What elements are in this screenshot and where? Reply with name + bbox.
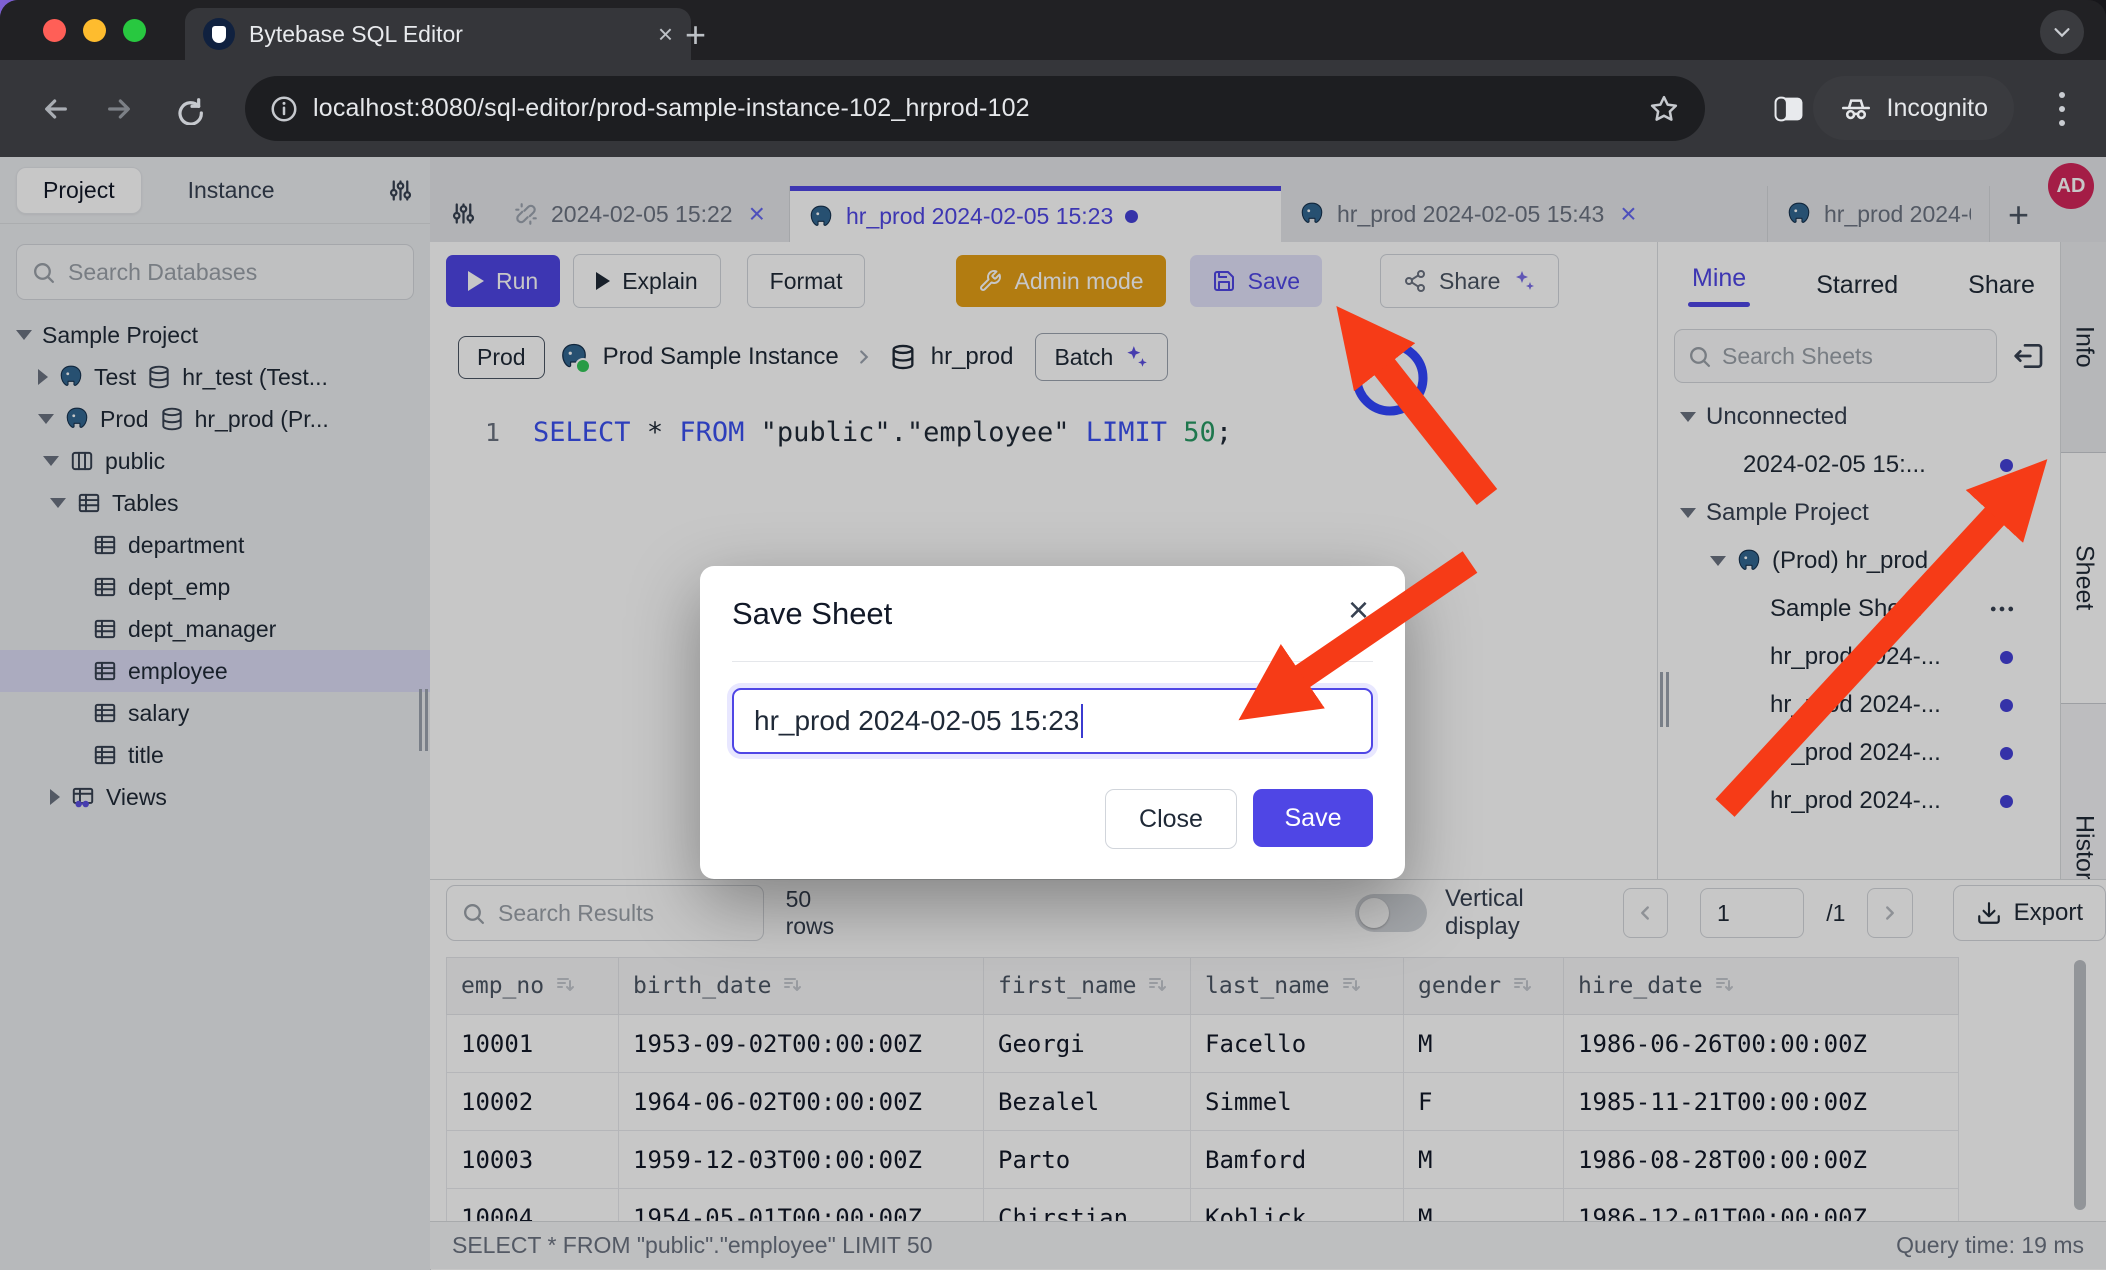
incognito-badge: Incognito	[1813, 76, 2014, 140]
side-panel-icon[interactable]	[1772, 92, 1806, 124]
tab-search-button[interactable]	[2040, 10, 2084, 54]
minimize-window-button[interactable]	[83, 19, 106, 42]
forward-button[interactable]	[103, 93, 135, 125]
save-sheet-dialog: Save Sheet × hr_prod 2024-02-05 15:23 Cl…	[700, 566, 1405, 879]
reload-button[interactable]	[172, 93, 204, 125]
close-browser-tab-icon[interactable]: ×	[658, 21, 673, 47]
new-tab-button[interactable]: +	[685, 14, 706, 56]
browser-menu-button[interactable]	[2058, 92, 2066, 126]
browser-titlebar: Bytebase SQL Editor × +	[0, 0, 2106, 60]
incognito-icon	[1839, 91, 1873, 125]
browser-window: Bytebase SQL Editor × + localhost:8080/s…	[0, 0, 2106, 1270]
bookmark-star-icon[interactable]	[1649, 94, 1679, 124]
dialog-title: Save Sheet	[732, 596, 892, 632]
save-button[interactable]: Save	[1253, 789, 1373, 847]
incognito-label: Incognito	[1887, 94, 1988, 123]
url-bar[interactable]: localhost:8080/sql-editor/prod-sample-in…	[245, 76, 1705, 141]
close-button[interactable]: Close	[1105, 789, 1237, 849]
dialog-divider	[732, 661, 1373, 662]
close-dialog-icon[interactable]: ×	[1348, 592, 1369, 628]
browser-tab-title: Bytebase SQL Editor	[249, 21, 658, 48]
text-cursor	[1081, 704, 1083, 738]
maximize-window-button[interactable]	[123, 19, 146, 42]
site-info-icon[interactable]	[269, 94, 299, 124]
sheet-name-input[interactable]: hr_prod 2024-02-05 15:23	[732, 688, 1373, 754]
chevron-down-icon	[2051, 21, 2073, 43]
url-text: localhost:8080/sql-editor/prod-sample-in…	[313, 94, 1030, 123]
browser-toolbar: localhost:8080/sql-editor/prod-sample-in…	[0, 60, 2106, 159]
browser-tab[interactable]: Bytebase SQL Editor ×	[185, 8, 691, 60]
close-window-button[interactable]	[43, 19, 66, 42]
screen: Bytebase SQL Editor × + localhost:8080/s…	[0, 0, 2106, 1270]
back-button[interactable]	[40, 93, 72, 125]
bytebase-page: Project Instance Search Databases Sample…	[0, 157, 2106, 1270]
bytebase-favicon	[203, 18, 235, 50]
